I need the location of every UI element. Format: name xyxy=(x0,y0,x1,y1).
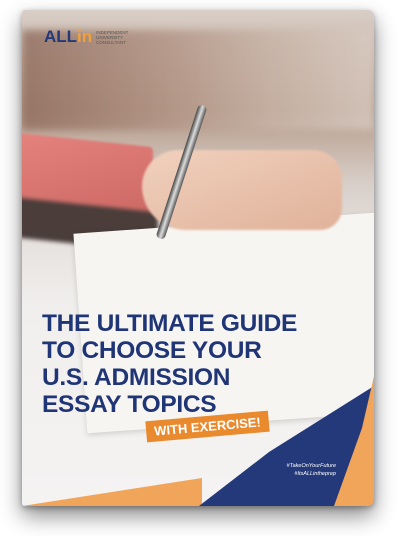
hashtags: #TakeOnYourFuture #ItsALLintheprep xyxy=(287,462,336,478)
title-line: U.S. ADMISSION xyxy=(42,364,231,391)
decorative-orange-shape xyxy=(22,478,202,506)
title-line: TO CHOOSE YOUR xyxy=(42,337,262,364)
logo-wordmark: ALLin xyxy=(44,27,93,46)
logo-subtitle: Independent University Consultant xyxy=(96,29,129,45)
title-line: THE ULTIMATE GUIDE xyxy=(42,310,298,337)
brand-logo: ALLin Independent University Consultant xyxy=(44,27,136,47)
hashtag: #ItsALLintheprep xyxy=(294,471,336,477)
ebook-cover: ALLin Independent University Consultant … xyxy=(22,10,374,506)
hashtag: #TakeOnYourFuture xyxy=(286,463,336,469)
cover-title: THE ULTIMATE GUIDE TO CHOOSE YOUR U.S. A… xyxy=(42,310,297,418)
